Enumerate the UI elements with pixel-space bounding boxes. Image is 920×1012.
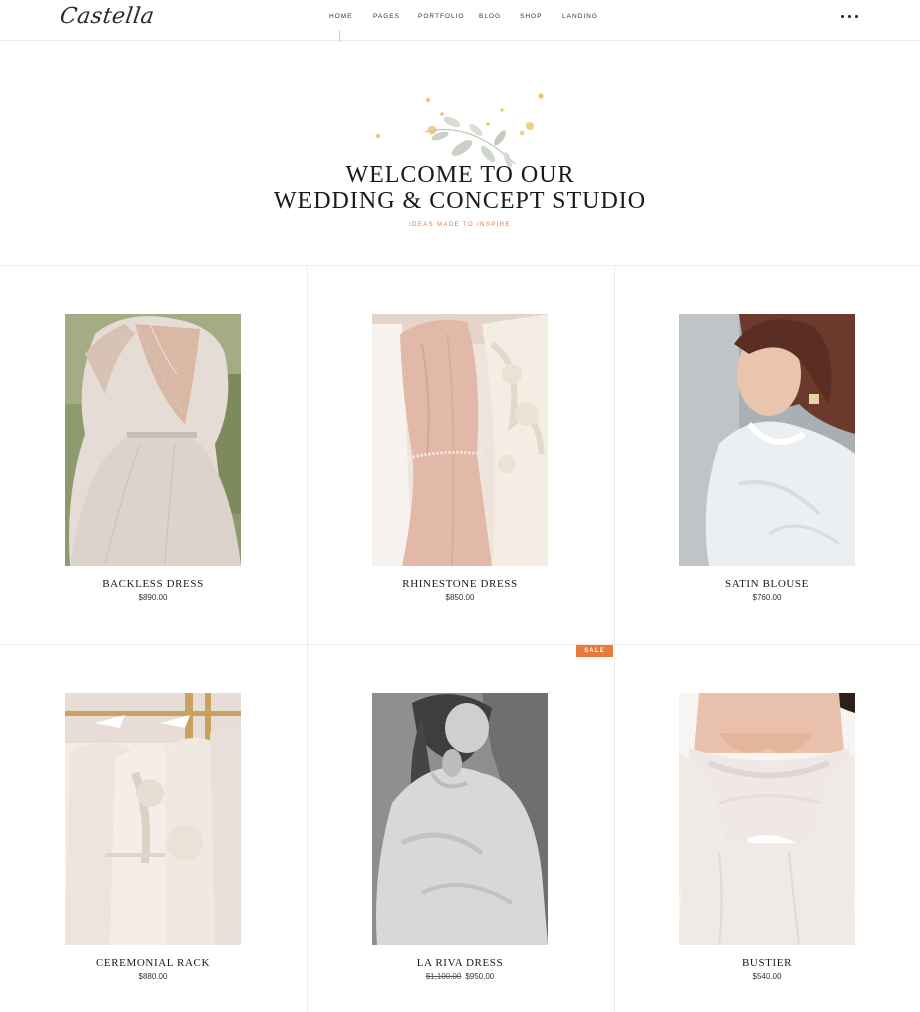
hero-title-line1: WELCOME TO OUR <box>345 162 575 188</box>
product-price: $540.00 <box>614 972 920 981</box>
product-price: $850.00 <box>307 593 613 602</box>
product-price: $880.00 <box>0 972 306 981</box>
product-name[interactable]: BACKLESS DRESS <box>0 578 306 590</box>
price-value: $760.00 <box>752 593 782 602</box>
product-price: $760.00 <box>614 593 920 602</box>
product-image[interactable] <box>679 314 855 566</box>
product-name[interactable]: SATIN BLOUSE <box>614 578 920 590</box>
product-price: $890.00 <box>0 593 306 602</box>
nav-item-landing[interactable]: LANDING <box>562 13 598 20</box>
product-card[interactable]: BUSTIER $540.00 <box>614 645 920 1012</box>
nav-item-shop[interactable]: SHOP <box>520 13 542 20</box>
price-value: $540.00 <box>752 972 782 981</box>
product-image[interactable] <box>372 314 548 566</box>
product-image[interactable] <box>372 693 548 945</box>
product-image[interactable] <box>65 314 241 566</box>
product-card[interactable]: BACKLESS DRESS $890.00 <box>0 266 306 644</box>
main-nav: HOME PAGES PORTFOLIO BLOG SHOP LANDING <box>0 13 920 25</box>
hero-section: WELCOME TO OUR WEDDING & CONCEPT STUDIO … <box>0 42 920 266</box>
product-name[interactable]: LA RIVA DRESS <box>307 957 613 969</box>
nav-active-indicator <box>339 30 340 42</box>
product-card[interactable]: RHINESTONE DRESS $850.00 <box>307 266 613 644</box>
nav-item-blog[interactable]: BLOG <box>479 13 501 20</box>
nav-item-pages[interactable]: PAGES <box>373 13 400 20</box>
site-header: Castella HOME PAGES PORTFOLIO BLOG SHOP … <box>0 0 920 41</box>
price-value: $890.00 <box>138 593 168 602</box>
product-image[interactable] <box>679 693 855 945</box>
product-name[interactable]: BUSTIER <box>614 957 920 969</box>
hero-title: WELCOME TO OUR WEDDING & CONCEPT STUDIO <box>0 162 920 214</box>
hero-subtitle: IDEAS MADE TO INSPIRE <box>409 222 511 228</box>
price-value: $950.00 <box>465 972 495 981</box>
sale-badge: SALE <box>576 645 613 657</box>
product-name[interactable]: CEREMONIAL RACK <box>0 957 306 969</box>
price-value: $880.00 <box>138 972 168 981</box>
old-price: $1,100.00 <box>425 972 462 981</box>
nav-item-home[interactable]: HOME <box>329 13 353 20</box>
nav-item-portfolio[interactable]: PORTFOLIO <box>418 13 464 20</box>
ellipsis-horizontal-icon[interactable] <box>840 14 862 20</box>
product-grid: BACKLESS DRESS $890.00 RHINESTONE DRESS … <box>0 266 920 1012</box>
product-name[interactable]: RHINESTONE DRESS <box>307 578 613 590</box>
price-value: $850.00 <box>445 593 475 602</box>
product-price: $1,100.00 $950.00 <box>307 972 613 981</box>
product-card[interactable]: SATIN BLOUSE $760.00 <box>614 266 920 644</box>
product-card[interactable]: CEREMONIAL RACK $880.00 <box>0 645 306 1012</box>
product-card[interactable]: SALE LA RIVA DRESS $1,100.00 $950.00 <box>307 645 613 1012</box>
leaf-branch-icon <box>376 93 544 168</box>
product-image[interactable] <box>65 693 241 945</box>
hero-title-line2: WEDDING & CONCEPT STUDIO <box>273 188 647 214</box>
